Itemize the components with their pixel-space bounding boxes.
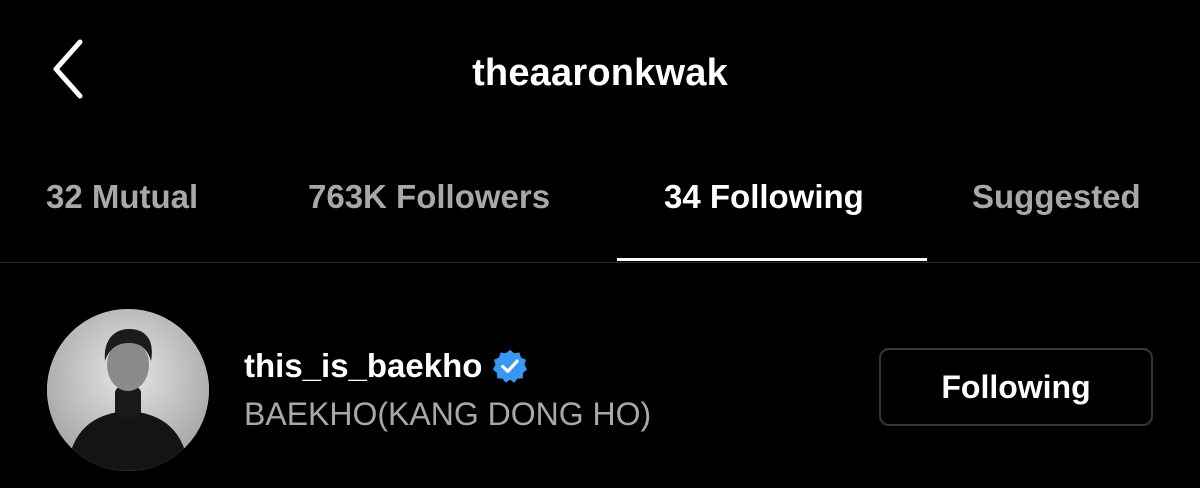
- tab-mutual[interactable]: 32 Mutual: [46, 178, 198, 216]
- verified-badge-icon: [493, 349, 528, 383]
- tab-suggested[interactable]: Suggested: [972, 178, 1141, 216]
- tab-following[interactable]: 34 Following: [664, 178, 864, 216]
- page-title: theaaronkwak: [472, 52, 728, 94]
- tab-bar: 32 Mutual 763K Followers 34 Following Su…: [0, 150, 1200, 263]
- tab-followers[interactable]: 763K Followers: [308, 178, 550, 216]
- avatar-photo: [47, 309, 209, 471]
- username[interactable]: this_is_baekho: [244, 347, 482, 385]
- top-bar: theaaronkwak: [0, 0, 1200, 150]
- list-item: this_is_baekho BAEKHO(KANG DONG HO) Foll…: [0, 263, 1200, 488]
- username-line: this_is_baekho: [244, 345, 528, 387]
- full-name: BAEKHO(KANG DONG HO): [244, 396, 652, 432]
- active-tab-indicator: [617, 258, 927, 261]
- following-button[interactable]: Following: [879, 348, 1153, 426]
- avatar[interactable]: [47, 309, 209, 471]
